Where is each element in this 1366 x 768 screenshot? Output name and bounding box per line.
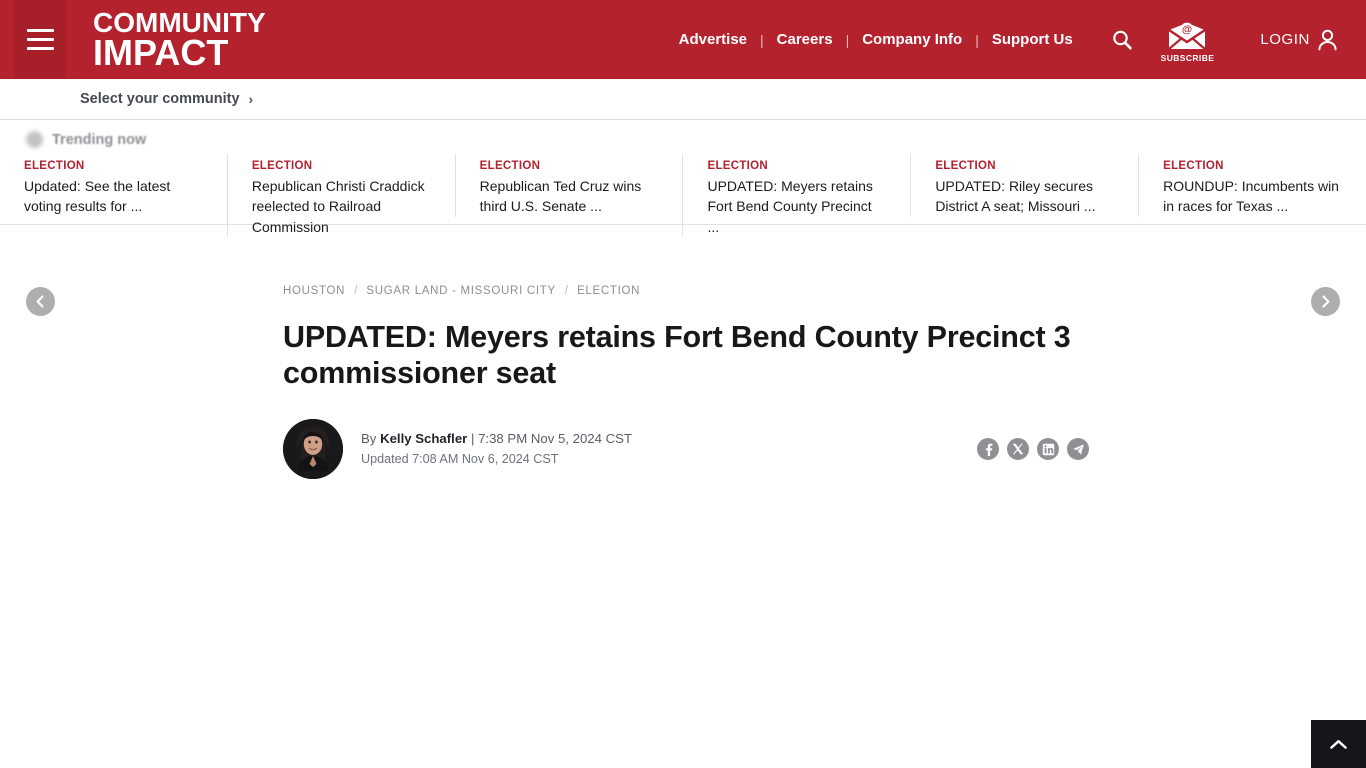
share-buttons xyxy=(977,438,1089,461)
hamburger-menu-icon[interactable] xyxy=(14,0,66,79)
trending-card-title: UPDATED: Riley secures District A seat; … xyxy=(935,178,1096,215)
site-logo[interactable]: COMMUNITY IMPACT xyxy=(93,9,266,73)
trending-card[interactable]: ELECTION UPDATED: Riley secures District… xyxy=(910,154,1138,217)
linkedin-icon[interactable] xyxy=(1037,438,1059,461)
community-selector-bar: Select your community › xyxy=(0,79,1366,120)
author-portrait xyxy=(283,419,343,480)
trending-card-title: Republican Ted Cruz wins third U.S. Sena… xyxy=(479,178,642,215)
trending-card-category: ELECTION xyxy=(24,160,85,172)
byline: By Kelly Schafler | 7:38 PM Nov 5, 2024 … xyxy=(283,419,632,480)
published-timestamp: 7:38 PM Nov 5, 2024 CST xyxy=(478,431,633,447)
site-header: COMMUNITY IMPACT Advertise | Careers | C… xyxy=(0,0,1366,79)
trending-card-title: UPDATED: Meyers retains Fort Bend County… xyxy=(707,178,873,235)
nav-item-company-info[interactable]: Company Info xyxy=(849,31,975,48)
trending-now-section: Trending now ELECTION Updated: See the l… xyxy=(0,120,1366,316)
back-to-top-button[interactable] xyxy=(1311,720,1366,768)
trending-card-title: Updated: See the latest voting results f… xyxy=(24,178,171,215)
byline-published-line: By Kelly Schafler | 7:38 PM Nov 5, 2024 … xyxy=(361,429,632,449)
chevron-left-icon xyxy=(36,295,44,308)
subscribe-button[interactable]: @ SUBSCRIBE xyxy=(1161,21,1215,63)
trending-card[interactable]: ELECTION Updated: See the latest voting … xyxy=(0,154,227,217)
trending-header: Trending now xyxy=(0,120,1366,154)
trending-card-category: ELECTION xyxy=(707,160,769,172)
facebook-icon[interactable] xyxy=(977,438,999,461)
subscribe-label: SUBSCRIBE xyxy=(1160,52,1215,63)
logo-line-impact: IMPACT xyxy=(93,31,229,73)
nav-item-support-us[interactable]: Support Us xyxy=(979,31,1086,48)
trending-card-title: ROUNDUP: Incumbents win in races for Tex… xyxy=(1163,178,1339,215)
carousel-prev-button[interactable] xyxy=(26,287,55,316)
login-button[interactable]: LOGIN xyxy=(1260,29,1338,51)
trending-card[interactable]: ELECTION Republican Christi Craddick ree… xyxy=(226,154,455,237)
breadcrumb-item-election[interactable]: ELECTION xyxy=(577,285,640,297)
trending-card-title: Republican Christi Craddick reelected to… xyxy=(251,178,425,235)
trending-card-category: ELECTION xyxy=(935,160,996,172)
hamburger-bar xyxy=(26,38,54,41)
header-actions: @ SUBSCRIBE LOGIN xyxy=(1105,0,1352,79)
breadcrumb-separator: / xyxy=(354,285,358,297)
search-icon[interactable] xyxy=(1105,23,1139,57)
trending-card-category: ELECTION xyxy=(1163,160,1224,172)
svg-text:@: @ xyxy=(1182,23,1192,35)
envelope-at-icon: @ xyxy=(1168,22,1207,50)
trending-dot-icon xyxy=(26,131,43,148)
breadcrumb-separator: / xyxy=(564,285,569,297)
breadcrumb-item-sugar-land-missouri-city[interactable]: SUGAR LAND - MISSOURI CITY xyxy=(366,285,555,297)
byline-prefix: By xyxy=(361,431,377,447)
select-community-label: Select your community xyxy=(80,91,240,107)
chevron-right-icon: › xyxy=(248,91,254,107)
author-name[interactable]: Kelly Schafler xyxy=(380,431,467,446)
carousel-next-button[interactable] xyxy=(1311,287,1340,316)
trending-card[interactable]: ELECTION UPDATED: Meyers retains Fort Be… xyxy=(682,154,910,237)
trending-card-category: ELECTION xyxy=(479,160,541,172)
byline-row: By Kelly Schafler | 7:38 PM Nov 5, 2024 … xyxy=(283,419,1089,480)
trending-now-label: Trending now xyxy=(52,131,147,148)
page-title: UPDATED: Meyers retains Fort Bend County… xyxy=(283,320,1071,390)
breadcrumb: HOUSTON / SUGAR LAND - MISSOURI CITY / E… xyxy=(283,285,1083,297)
updated-timestamp: Updated 7:08 AM Nov 6, 2024 CST xyxy=(361,451,559,466)
nav-item-advertise[interactable]: Advertise xyxy=(666,31,760,48)
user-icon xyxy=(1318,29,1337,50)
avatar xyxy=(283,419,343,480)
trending-card[interactable]: ELECTION Republican Ted Cruz wins third … xyxy=(454,154,683,217)
main-navigation: Advertise | Careers | Company Info | Sup… xyxy=(666,31,1086,48)
select-community-button[interactable]: Select your community › xyxy=(80,91,253,107)
byline-divider: | xyxy=(470,431,475,447)
article-body: HOUSTON / SUGAR LAND - MISSOURI CITY / E… xyxy=(0,225,1366,480)
breadcrumb-item-houston[interactable]: HOUSTON xyxy=(283,285,345,297)
nav-item-careers[interactable]: Careers xyxy=(764,31,846,48)
trending-card[interactable]: ELECTION ROUNDUP: Incumbents win in race… xyxy=(1138,154,1366,217)
byline-text: By Kelly Schafler | 7:38 PM Nov 5, 2024 … xyxy=(361,429,632,469)
chevron-right-icon xyxy=(1322,295,1330,308)
share-send-icon[interactable] xyxy=(1067,438,1089,461)
chevron-up-icon xyxy=(1330,739,1347,749)
login-label: LOGIN xyxy=(1260,31,1310,48)
x-twitter-icon[interactable] xyxy=(1007,438,1029,461)
hamburger-bar xyxy=(26,29,54,32)
hamburger-bar xyxy=(26,47,54,50)
trending-card-list: ELECTION Updated: See the latest voting … xyxy=(0,154,1366,237)
trending-card-category: ELECTION xyxy=(251,160,313,172)
